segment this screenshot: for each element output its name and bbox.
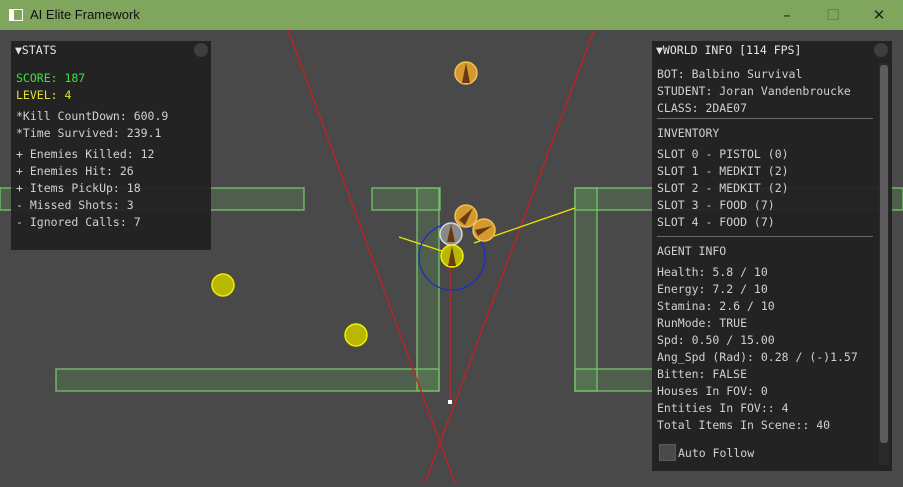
- inventory-slot: SLOT 1 - MEDKIT (2): [657, 164, 789, 178]
- close-button[interactable]: ✕: [856, 0, 902, 30]
- world-info-header[interactable]: ▼WORLD INFO [114 FPS]: [652, 41, 892, 59]
- wall: [574, 368, 656, 392]
- stat-line: *Time Survived: 239.1: [16, 126, 162, 140]
- inventory-title: INVENTORY: [657, 126, 720, 140]
- score-label: SCORE: 187: [16, 71, 86, 85]
- enemy: [454, 204, 478, 228]
- inventory-slot: SLOT 2 - MEDKIT (2): [657, 181, 789, 195]
- scrollbar-thumb[interactable]: [880, 65, 888, 443]
- item-pickup: [344, 323, 368, 347]
- stat-line: - Missed Shots: 3: [16, 198, 134, 212]
- wall: [55, 368, 440, 392]
- agent-stat: Entities In FOV:: 4: [657, 401, 789, 415]
- agent-stat: Spd: 0.50 / 15.00: [657, 333, 775, 347]
- inventory-slot: SLOT 3 - FOOD (7): [657, 198, 775, 212]
- item-pickup: [211, 273, 235, 297]
- stats-panel: ▼STATS SCORE: 187 LEVEL: 4 *Kill CountDo…: [11, 41, 211, 250]
- stat-line: + Enemies Killed: 12: [16, 147, 155, 161]
- auto-follow-checkbox[interactable]: [659, 444, 676, 461]
- target-point: [448, 400, 452, 404]
- agent-stat: RunMode: TRUE: [657, 316, 748, 330]
- title-bar: AI Elite Framework – ☐ ✕: [0, 0, 903, 30]
- agent-stat: Stamina: 2.6 / 10: [657, 299, 775, 313]
- world-info-panel: ▼WORLD INFO [114 FPS] BOT: Balbino Survi…: [652, 41, 892, 471]
- minimize-button[interactable]: –: [764, 0, 810, 30]
- divider: [657, 236, 873, 237]
- stat-line: + Items PickUp: 18: [16, 181, 141, 195]
- scrollbar-track[interactable]: [879, 63, 889, 465]
- stats-collapse-icon[interactable]: [194, 43, 208, 57]
- stat-line: + Enemies Hit: 26: [16, 164, 134, 178]
- agent-stat: Health: 5.8 / 10: [657, 265, 768, 279]
- stats-header[interactable]: ▼STATS: [11, 41, 211, 59]
- agent-stat: Energy: 7.2 / 10: [657, 282, 768, 296]
- world-info-collapse-icon[interactable]: [874, 43, 888, 57]
- app-window-icon: [9, 9, 23, 21]
- divider: [657, 118, 873, 119]
- bot-name: BOT: Balbino Survival: [657, 67, 803, 81]
- enemy: [472, 218, 496, 242]
- stat-line: - Ignored Calls: 7: [16, 215, 141, 229]
- agent-stat: Bitten: FALSE: [657, 367, 748, 381]
- agent-stat: Ang_Spd (Rad): 0.28 / (-)1.57: [657, 350, 858, 364]
- inventory-slot: SLOT 4 - FOOD (7): [657, 215, 775, 229]
- wall: [416, 187, 440, 392]
- agent-stat: Houses In FOV: 0: [657, 384, 768, 398]
- window-title: AI Elite Framework: [30, 7, 140, 22]
- stat-line: *Kill CountDown: 600.9: [16, 109, 169, 123]
- class-name: CLASS: 2DAE07: [657, 101, 748, 115]
- student-name: STUDENT: Joran Vandenbroucke: [657, 84, 851, 98]
- level-label: LEVEL: 4: [16, 88, 72, 102]
- auto-follow-label: Auto Follow: [678, 446, 755, 460]
- wall: [574, 187, 598, 392]
- maximize-button[interactable]: ☐: [810, 0, 856, 30]
- enemy: [454, 61, 478, 85]
- agent-info-title: AGENT INFO: [657, 244, 727, 258]
- agent-stat: Total Items In Scene:: 40: [657, 418, 831, 432]
- inventory-slot: SLOT 0 - PISTOL (0): [657, 147, 789, 161]
